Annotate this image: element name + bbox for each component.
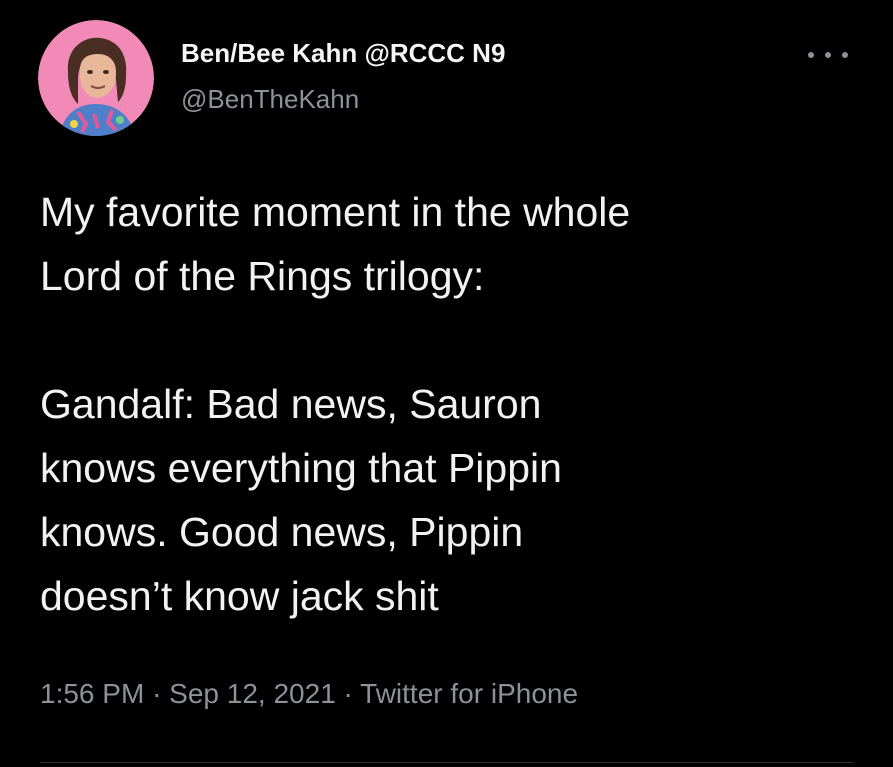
dot [825, 52, 831, 58]
author-display-name[interactable]: Ben/Bee Kahn @RCCC N9 [181, 38, 505, 69]
dot [842, 52, 848, 58]
avatar-portrait-icon [38, 20, 154, 136]
meta-separator: · [152, 678, 170, 709]
tweet-date[interactable]: Sep 12, 2021 [169, 678, 336, 709]
tweet-time[interactable]: 1:56 PM [40, 678, 144, 709]
tweet-meta: 1:56 PM · Sep 12, 2021 · Twitter for iPh… [40, 678, 578, 710]
tweet-card: Ben/Bee Kahn @RCCC N9 @BenTheKahn My fav… [0, 0, 893, 767]
tweet-text: My favorite moment in the whole Lord of … [40, 189, 631, 619]
tweet-source[interactable]: Twitter for iPhone [360, 678, 578, 709]
dot [808, 52, 814, 58]
avatar[interactable] [38, 20, 154, 136]
more-options-icon[interactable] [808, 40, 848, 70]
author-handle[interactable]: @BenTheKahn [181, 84, 359, 115]
divider [40, 762, 853, 763]
meta-separator: · [343, 678, 361, 709]
